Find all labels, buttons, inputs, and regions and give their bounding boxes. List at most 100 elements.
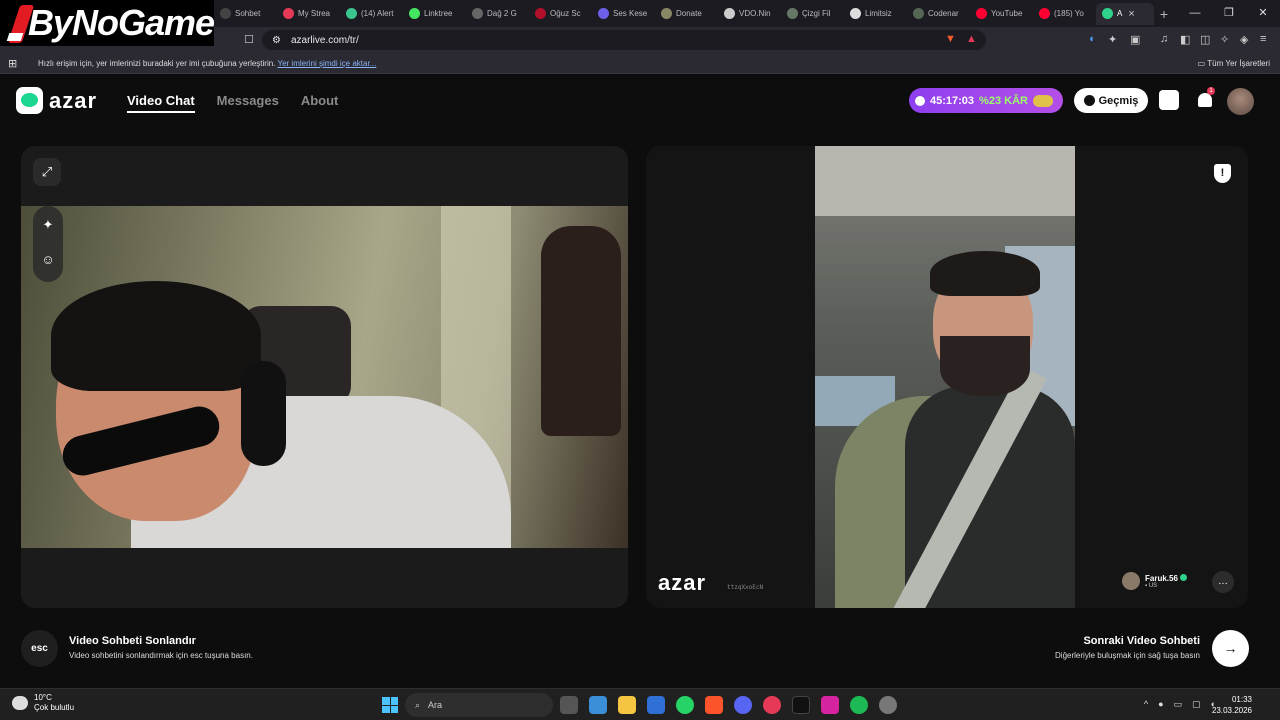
feed-hair bbox=[930, 251, 1040, 296]
close-window-icon[interactable]: ✕ bbox=[1246, 0, 1280, 27]
history-button[interactable]: Geçmiş bbox=[1074, 88, 1148, 113]
brave-shield-icon[interactable]: ▼ bbox=[945, 33, 956, 45]
tab-favicon bbox=[472, 8, 483, 19]
music-icon[interactable]: ♫ bbox=[1160, 33, 1168, 45]
url-text: azarlive.com/tr/ bbox=[290, 34, 359, 46]
spotify-icon[interactable] bbox=[850, 696, 868, 714]
display-icon[interactable]: ▢ bbox=[1192, 699, 1201, 710]
effects-toolbar: ✦ ☺ bbox=[33, 206, 63, 282]
tab-item[interactable]: Çizgi Fil bbox=[781, 3, 844, 25]
tab-favicon bbox=[598, 8, 609, 19]
nav-messages[interactable]: Messages bbox=[217, 93, 279, 113]
search-icon: ⌕ bbox=[415, 699, 421, 710]
nav-about[interactable]: About bbox=[301, 93, 339, 113]
tab-item[interactable]: Sohbet bbox=[214, 3, 277, 25]
next-chat-description: Diğerleriyle buluşmak için sağ tuşa bası… bbox=[1055, 651, 1200, 660]
tab-item[interactable]: (185) Yo bbox=[1033, 3, 1096, 25]
azar-logo-icon bbox=[16, 87, 43, 114]
url-field[interactable]: ⚙ azarlive.com/tr/ bbox=[262, 30, 986, 50]
rewards-icon[interactable]: ▲ bbox=[966, 33, 977, 45]
chat-bubble-icon[interactable]: … bbox=[1212, 571, 1234, 593]
tab-label: Codenar bbox=[928, 9, 959, 18]
expand-icon[interactable]: ⤢ bbox=[33, 158, 61, 186]
tab-item[interactable]: My Strea bbox=[277, 3, 340, 25]
tab-item[interactable]: Codenar bbox=[907, 3, 970, 25]
tab-label: My Strea bbox=[298, 9, 331, 18]
whatsapp-icon[interactable] bbox=[676, 696, 694, 714]
extension-icon[interactable]: ✦ bbox=[1108, 33, 1117, 46]
history-icon bbox=[1083, 95, 1095, 106]
maximize-icon[interactable]: ❐ bbox=[1212, 0, 1246, 27]
tab-item-active[interactable]: A × bbox=[1096, 2, 1154, 25]
apps-icon[interactable]: ⊞ bbox=[8, 57, 17, 70]
main-nav: Video Chat Messages About bbox=[127, 93, 338, 113]
taskbar-clock[interactable]: 01:33 23.03.2026 bbox=[1212, 694, 1252, 716]
gems-timer-pill[interactable]: 45:17:03 %23 KÂR bbox=[909, 88, 1063, 113]
tab-item[interactable]: VDO.Nin bbox=[718, 3, 781, 25]
tab-item[interactable]: Oğuz Sc bbox=[529, 3, 592, 25]
partner-country: US bbox=[1148, 582, 1158, 589]
sidebar-icon[interactable]: ◧ bbox=[1180, 33, 1190, 46]
tab-item[interactable]: Ses Kese bbox=[592, 3, 655, 25]
weather-widget[interactable]: 10°C Çok bulutlu bbox=[12, 693, 74, 713]
new-tab-button[interactable]: + bbox=[1154, 6, 1174, 22]
next-chat-title: Sonraki Video Sohbeti bbox=[1083, 635, 1200, 647]
tab-favicon bbox=[346, 8, 357, 19]
partner-info[interactable]: Faruk.56 ▪ US bbox=[1122, 572, 1187, 590]
mail-icon[interactable] bbox=[647, 696, 665, 714]
tab-label: (185) Yo bbox=[1054, 9, 1084, 18]
nav-video-chat[interactable]: Video Chat bbox=[127, 93, 195, 113]
leo-icon[interactable]: ✧ bbox=[1220, 33, 1229, 46]
clock-icon bbox=[915, 95, 925, 106]
azar-logo[interactable]: azar bbox=[16, 87, 97, 114]
tab-item[interactable]: Dağ 2 G bbox=[466, 3, 529, 25]
keyboard-icon[interactable]: ▭ bbox=[1174, 699, 1183, 710]
bookmark-icon[interactable]: ☐ bbox=[244, 33, 254, 46]
app-icon[interactable] bbox=[763, 696, 781, 714]
obs-icon[interactable] bbox=[879, 696, 897, 714]
tab-item[interactable]: Limitsiz bbox=[844, 3, 907, 25]
tab-label: A bbox=[1117, 9, 1123, 18]
tab-item[interactable]: (14) Alert bbox=[340, 3, 403, 25]
sticker-icon[interactable]: ☺ bbox=[40, 252, 56, 268]
tiktok-icon[interactable] bbox=[792, 696, 810, 714]
tab-item[interactable]: Linktree bbox=[403, 3, 466, 25]
tab-favicon bbox=[283, 8, 294, 19]
wallet-icon[interactable]: ◫ bbox=[1200, 33, 1210, 46]
magic-wand-icon[interactable]: ✦ bbox=[40, 217, 56, 233]
discord-icon[interactable] bbox=[734, 696, 752, 714]
feed-beard bbox=[940, 336, 1030, 396]
site-info-icon[interactable]: ⚙ bbox=[272, 35, 281, 46]
next-chat-button[interactable]: → bbox=[1212, 630, 1249, 667]
menu-icon[interactable]: ≡ bbox=[1260, 33, 1266, 45]
taskbar-search[interactable]: ⌕ Ara bbox=[405, 693, 553, 717]
report-icon[interactable]: ! bbox=[1214, 164, 1231, 183]
store-icon[interactable] bbox=[589, 696, 607, 714]
tab-item[interactable]: YouTube bbox=[970, 3, 1033, 25]
esc-button[interactable]: esc bbox=[21, 630, 58, 667]
all-bookmarks-label: Tüm Yer İşaretleri bbox=[1207, 58, 1270, 68]
minimize-icon[interactable]: — bbox=[1178, 0, 1212, 27]
tab-item[interactable]: Donate bbox=[655, 3, 718, 25]
screenshot-icon[interactable]: ▣ bbox=[1130, 33, 1140, 46]
bookmark-hint-text: Hızlı erişim için, yer imlerinizi burada… bbox=[38, 58, 276, 68]
chevron-up-icon[interactable]: ^ bbox=[1144, 699, 1148, 710]
close-icon[interactable]: × bbox=[1128, 8, 1134, 20]
instagram-icon[interactable] bbox=[821, 696, 839, 714]
brave-browser-icon[interactable] bbox=[705, 696, 723, 714]
windows-start-icon[interactable] bbox=[382, 697, 398, 713]
avatar[interactable] bbox=[1227, 88, 1254, 115]
all-bookmarks[interactable]: ▭ Tüm Yer İşaretleri bbox=[1198, 59, 1270, 68]
file-explorer-icon[interactable] bbox=[618, 696, 636, 714]
partner-video-panel: ! azar ttzqXxoEcN Faruk.56 ▪ US … bbox=[646, 146, 1248, 608]
task-view-icon[interactable] bbox=[560, 696, 578, 714]
import-bookmarks-link[interactable]: Yer imlerini şimdi içe aktar... bbox=[277, 59, 376, 68]
flag-icon: ▪ bbox=[1145, 582, 1148, 589]
audio-icon[interactable]: ◖ bbox=[1088, 33, 1095, 45]
partner-avatar bbox=[1122, 572, 1140, 590]
tab-favicon bbox=[661, 8, 672, 19]
tab-favicon bbox=[220, 8, 231, 19]
vpn-icon[interactable]: ◈ bbox=[1240, 33, 1248, 46]
shop-icon[interactable] bbox=[1159, 90, 1179, 110]
microphone-icon[interactable]: ● bbox=[1158, 699, 1163, 710]
